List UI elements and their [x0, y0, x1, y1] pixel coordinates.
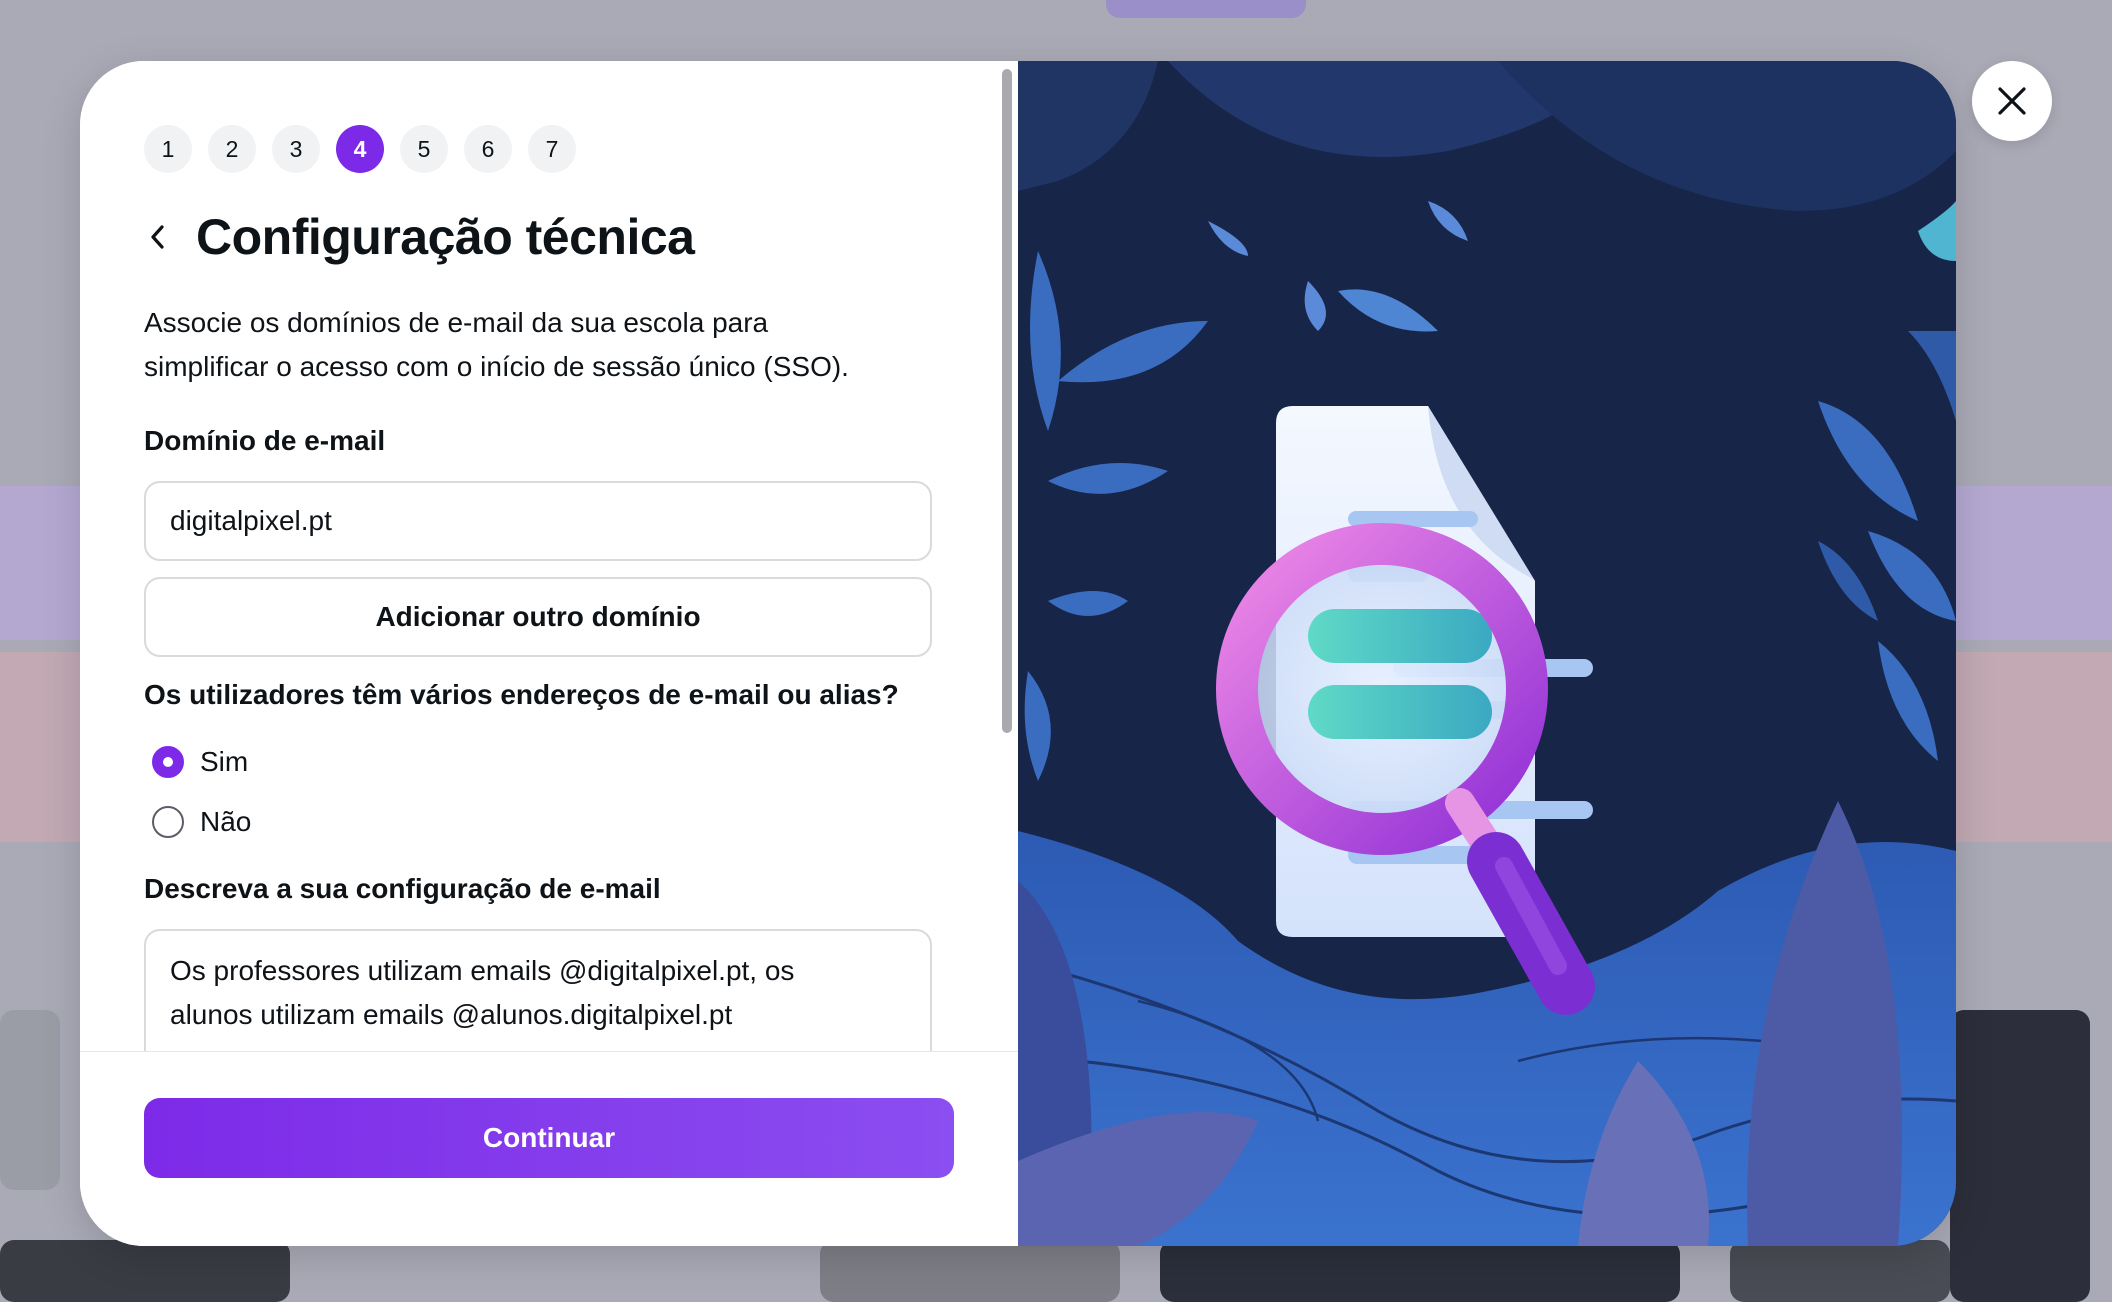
background-card: [0, 1240, 290, 1302]
background-card: [1730, 1240, 1950, 1302]
form-panel: 1 2 3 4 5 6 7 Configuração técnica Assoc…: [80, 61, 1018, 1246]
step-1[interactable]: 1: [144, 125, 192, 173]
close-icon: [1998, 87, 2026, 115]
radio-no-label: Não: [200, 806, 252, 837]
radio-yes-label: Sim: [200, 746, 249, 777]
modal-footer: Continuar: [80, 1051, 1018, 1246]
illustration-panel: [1018, 61, 1956, 1246]
intro-line-2: simplificar o acesso com o início de ses…: [144, 351, 849, 382]
continue-button[interactable]: Continuar: [144, 1098, 954, 1178]
email-setup-line-1: Os professores utilizam emails @digitalp…: [170, 955, 795, 986]
setup-modal: 1 2 3 4 5 6 7 Configuração técnica Assoc…: [80, 61, 1956, 1246]
title-row: Configuração técnica: [138, 207, 695, 267]
email-domain-label: Domínio de e-mail: [144, 425, 386, 456]
background-card: [820, 1240, 1120, 1302]
step-6[interactable]: 6: [464, 125, 512, 173]
document-search-illustration: [1018, 61, 1956, 1246]
step-4-current[interactable]: 4: [336, 125, 384, 173]
step-2[interactable]: 2: [208, 125, 256, 173]
email-domain-value: digitalpixel.pt: [170, 505, 332, 536]
radio-option-yes[interactable]: Sim: [152, 746, 248, 778]
aliases-question: Os utilizadores têm vários endereços de …: [144, 679, 899, 710]
close-button[interactable]: [1972, 61, 2052, 141]
back-chevron-icon[interactable]: [138, 207, 178, 267]
page-title: Configuração técnica: [196, 209, 695, 265]
email-setup-textarea[interactable]: Os professores utilizam emails @digitalp…: [144, 929, 932, 1051]
background-tab: [1106, 0, 1306, 18]
form-scroll-area[interactable]: 1 2 3 4 5 6 7 Configuração técnica Assoc…: [80, 61, 1018, 1051]
add-domain-button[interactable]: Adicionar outro domínio: [144, 577, 932, 657]
radio-yes[interactable]: [152, 746, 184, 778]
intro-line-1: Associe os domínios de e-mail da sua esc…: [144, 307, 769, 338]
background-card: [1950, 1010, 2090, 1302]
email-domain-input[interactable]: digitalpixel.pt: [144, 481, 932, 561]
email-setup-label: Descreva a sua configuração de e-mail: [144, 873, 661, 904]
step-3[interactable]: 3: [272, 125, 320, 173]
radio-no[interactable]: [152, 806, 184, 838]
intro-text: Associe os domínios de e-mail da sua esc…: [144, 301, 964, 389]
step-indicator: 1 2 3 4 5 6 7: [144, 125, 576, 173]
scrollbar-thumb[interactable]: [1002, 69, 1012, 733]
email-setup-line-2: alunos utilizam emails @alunos.digitalpi…: [170, 999, 733, 1030]
background-card: [1160, 1240, 1680, 1302]
background-card: [0, 1010, 60, 1190]
step-5[interactable]: 5: [400, 125, 448, 173]
radio-option-no[interactable]: Não: [152, 806, 251, 838]
step-7[interactable]: 7: [528, 125, 576, 173]
